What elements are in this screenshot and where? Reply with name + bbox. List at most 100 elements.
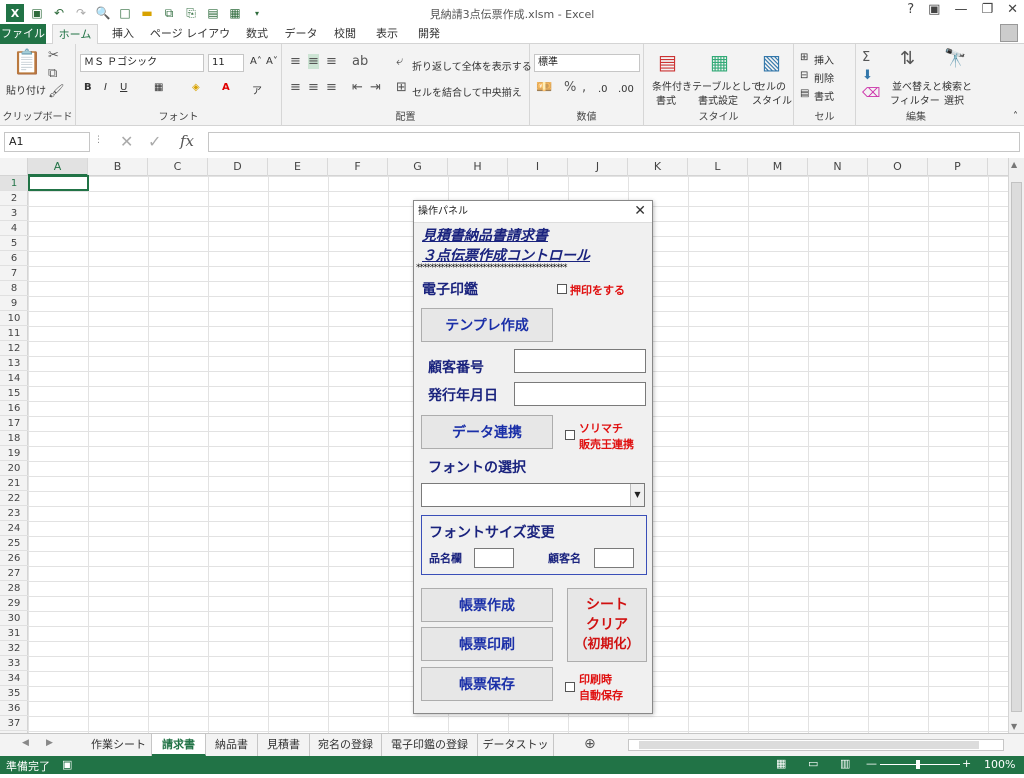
insert-cells-button[interactable]: 挿入 xyxy=(814,52,834,67)
find-select-button-2[interactable]: 選択 xyxy=(944,92,964,107)
row-header[interactable]: 6 xyxy=(0,251,28,266)
stamp-checkbox-label[interactable]: 押印をする xyxy=(570,282,625,298)
column-header[interactable]: G xyxy=(388,158,448,176)
format-table-icon[interactable]: ▦ xyxy=(710,50,729,74)
row-header[interactable]: 18 xyxy=(0,431,28,446)
issue-date-input[interactable] xyxy=(514,382,646,406)
restore-icon[interactable]: ❐ xyxy=(981,2,993,17)
find-select-button[interactable]: 検索と xyxy=(942,78,972,93)
row-header[interactable]: 4 xyxy=(0,221,28,236)
row-header[interactable]: 25 xyxy=(0,536,28,551)
sort-filter-icon[interactable]: ⇅ xyxy=(900,48,915,69)
format-cells-button[interactable]: 書式 xyxy=(814,88,834,103)
sheet-next-icon[interactable]: ▶ xyxy=(46,738,53,748)
fill-color-icon[interactable]: ◈ xyxy=(192,82,200,93)
cell-style-button[interactable]: セルの xyxy=(756,78,786,93)
row-header[interactable]: 24 xyxy=(0,521,28,536)
tab-data[interactable]: データ xyxy=(282,24,320,44)
grow-font-icon[interactable]: A˄ xyxy=(250,56,262,67)
ribbon-display-icon[interactable]: ▣ xyxy=(928,2,940,17)
conditional-format-icon[interactable]: ▤ xyxy=(658,50,677,74)
font-select-dropdown[interactable]: ▼ xyxy=(421,483,645,507)
row-header[interactable]: 30 xyxy=(0,611,28,626)
fill-icon[interactable]: ⬇ xyxy=(862,68,873,83)
column-header[interactable]: J xyxy=(568,158,628,176)
hscroll-thumb[interactable] xyxy=(639,741,979,749)
tab-developer[interactable]: 開発 xyxy=(412,24,446,44)
cell-style-button-2[interactable]: スタイル xyxy=(752,92,792,107)
sort-filter-button[interactable]: 並べ替えと xyxy=(892,78,942,93)
close-icon[interactable]: ✕ xyxy=(1007,2,1018,17)
tab-home[interactable]: ホーム xyxy=(52,24,98,45)
row-header[interactable]: 23 xyxy=(0,506,28,521)
bold-icon[interactable]: B xyxy=(84,82,92,93)
column-header[interactable]: P xyxy=(928,158,988,176)
minimize-icon[interactable]: — xyxy=(954,2,967,17)
paste-button[interactable]: 貼り付け xyxy=(6,82,46,97)
number-format-dropdown[interactable]: 標準 xyxy=(534,54,640,72)
data-link-button[interactable]: データ連携 xyxy=(421,415,553,449)
tab-insert[interactable]: 挿入 xyxy=(106,24,140,44)
sheet-tab[interactable]: 見積書 xyxy=(258,734,310,756)
item-col-size-input[interactable] xyxy=(474,548,514,568)
phonetic-icon[interactable]: ア xyxy=(252,82,262,97)
template-create-button[interactable]: テンプレ作成 xyxy=(421,308,553,342)
indent-decrease-icon[interactable]: ⇤ xyxy=(352,80,363,95)
row-header[interactable]: 10 xyxy=(0,311,28,326)
sheet-tab[interactable]: 作業シート xyxy=(86,734,152,756)
horizontal-scrollbar[interactable] xyxy=(628,739,1004,751)
insert-function-icon[interactable]: fx xyxy=(180,132,194,150)
column-header[interactable]: H xyxy=(448,158,508,176)
percent-icon[interactable]: % xyxy=(564,80,576,95)
row-header[interactable]: 15 xyxy=(0,386,28,401)
row-header[interactable]: 36 xyxy=(0,701,28,716)
save-form-button[interactable]: 帳票保存 xyxy=(421,667,553,701)
close-icon[interactable]: ✕ xyxy=(634,203,646,219)
row-header[interactable]: 14 xyxy=(0,371,28,386)
zoom-thumb[interactable] xyxy=(916,760,920,769)
tab-page-layout[interactable]: ページ レイアウト xyxy=(148,24,232,60)
autosum-icon[interactable]: Σ xyxy=(862,50,870,65)
create-form-button[interactable]: 帳票作成 xyxy=(421,588,553,622)
format-table-button[interactable]: テーブルとして xyxy=(692,78,761,93)
row-header[interactable]: 20 xyxy=(0,461,28,476)
cell-style-icon[interactable]: ▧ xyxy=(762,50,781,74)
column-header[interactable]: D xyxy=(208,158,268,176)
row-header[interactable]: 1 xyxy=(0,176,28,191)
row-header[interactable]: 34 xyxy=(0,671,28,686)
autosave-label-2[interactable]: 自動保存 xyxy=(579,687,623,703)
format-cells-icon[interactable]: ▤ xyxy=(800,88,809,99)
column-header[interactable]: F xyxy=(328,158,388,176)
sort-filter-button-2[interactable]: フィルター xyxy=(890,92,940,107)
formula-input[interactable] xyxy=(208,132,1020,152)
row-header[interactable]: 8 xyxy=(0,281,28,296)
align-bottom-icon[interactable]: ≡ xyxy=(326,54,337,69)
solimachi-label-1[interactable]: ソリマチ xyxy=(579,420,623,436)
row-header[interactable]: 16 xyxy=(0,401,28,416)
row-header[interactable]: 22 xyxy=(0,491,28,506)
column-header[interactable]: L xyxy=(688,158,748,176)
account-avatar[interactable] xyxy=(1000,24,1018,42)
paste-icon[interactable]: 📋 xyxy=(12,48,42,76)
merge-icon[interactable]: ⊞ xyxy=(396,80,407,95)
column-header[interactable]: O xyxy=(868,158,928,176)
zoom-out-icon[interactable]: — xyxy=(866,757,877,770)
column-header[interactable]: K xyxy=(628,158,688,176)
orientation-icon[interactable]: ab xyxy=(352,54,368,69)
delete-cells-button[interactable]: 削除 xyxy=(814,70,834,85)
zoom-level[interactable]: 100% xyxy=(984,758,1015,771)
underline-icon[interactable]: U xyxy=(120,82,127,93)
wrap-text-button[interactable]: 折り返して全体を表示する xyxy=(412,58,532,73)
row-header[interactable]: 33 xyxy=(0,656,28,671)
sheet-prev-icon[interactable]: ◀ xyxy=(22,738,29,748)
row-header[interactable]: 7 xyxy=(0,266,28,281)
scroll-thumb[interactable] xyxy=(1011,182,1022,712)
page-layout-view-icon[interactable]: ▭ xyxy=(808,757,818,770)
tab-file[interactable]: ファイル xyxy=(0,24,46,44)
normal-view-icon[interactable]: ▦ xyxy=(776,757,786,770)
solimachi-checkbox[interactable] xyxy=(565,430,575,440)
delete-cells-icon[interactable]: ⊟ xyxy=(800,70,808,81)
cancel-icon[interactable]: ✕ xyxy=(120,132,133,151)
font-color-icon[interactable]: A xyxy=(222,82,230,93)
zoom-slider[interactable] xyxy=(880,764,960,765)
